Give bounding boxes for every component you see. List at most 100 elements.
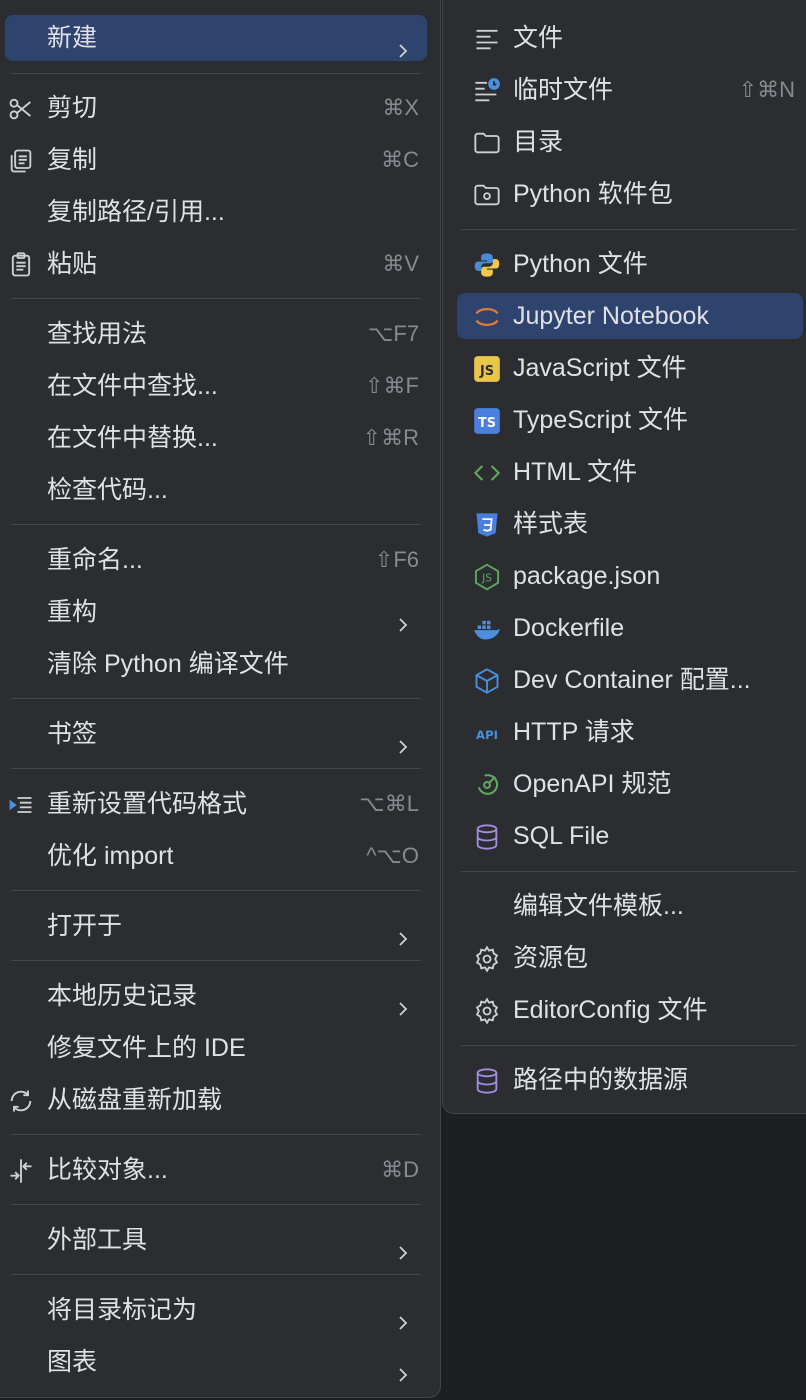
sub-menu-item-label: 编辑文件模板... (513, 892, 684, 920)
new-submenu: 文件临时文件 ⇧⌘N 目录 Python 软件包 Python 文件 Jupyter No… (442, 0, 806, 1114)
sub-menu-item[interactable]: 编辑文件模板... (457, 883, 803, 929)
sub-menu-item[interactable]: 目录 (457, 119, 803, 165)
sub-menu-item-label: JavaScript 文件 (513, 354, 687, 382)
folder-icon (473, 129, 501, 157)
sub-menu-item[interactable]: TS TypeScript 文件 (457, 397, 803, 443)
sub-menu-item[interactable]: JS JavaScript 文件 (457, 345, 803, 391)
text-file-icon (473, 25, 501, 53)
sub-menu-item-label: Python 软件包 (513, 180, 673, 208)
sub-menu-item[interactable]: API HTTP 请求 (457, 709, 803, 755)
main-menu-item[interactable]: 复制路径/引用... (5, 189, 427, 235)
sub-menu-item[interactable]: Dockerfile (457, 605, 803, 651)
sub-menu-item[interactable]: Python 文件 (457, 241, 803, 287)
shortcut-hint: ⇧F6 (374, 547, 419, 572)
main-menu-item-label: 检查代码... (47, 476, 168, 504)
main-menu-item-label: 在文件中查找... (47, 372, 218, 400)
main-menu-item-label: 从磁盘重新加载 (47, 1086, 223, 1114)
reload-icon (7, 1087, 35, 1115)
sub-menu-item[interactable]: Python 软件包 (457, 171, 803, 217)
sub-menu-item[interactable]: 路径中的数据源 (457, 1057, 803, 1103)
menu-separator (11, 698, 421, 699)
gear-icon (473, 997, 501, 1025)
sub-menu-item-label: TypeScript 文件 (513, 406, 689, 434)
menu-separator (11, 524, 421, 525)
main-menu-item-label: 重命名... (47, 546, 143, 574)
sub-menu-item-label: EditorConfig 文件 (513, 996, 708, 1024)
main-menu-item-label: 重构 (47, 598, 98, 626)
main-menu-item[interactable]: 书签 (5, 711, 427, 757)
sub-menu-item[interactable]: SQL File (457, 813, 803, 859)
sub-menu-item-label: 样式表 (513, 510, 589, 538)
main-menu-item[interactable]: 清除 Python 编译文件 (5, 641, 427, 687)
chevron-right-icon (393, 29, 413, 58)
sub-menu-item[interactable]: 文件 (457, 15, 803, 61)
menu-separator (11, 1134, 421, 1135)
chevron-right-icon (393, 1231, 413, 1260)
database-icon (473, 1067, 501, 1095)
python-icon (473, 251, 501, 279)
shortcut-hint: ⌘V (382, 251, 419, 276)
main-menu-item-label: 本地历史记录 (47, 982, 198, 1010)
sub-menu-item-label: Dockerfile (513, 614, 625, 642)
main-menu-item[interactable]: 修复文件上的 IDE (5, 1025, 427, 1071)
sub-menu-item-label: Python 文件 (513, 250, 648, 278)
sub-menu-item[interactable]: 资源包 (457, 935, 803, 981)
openapi-icon (473, 771, 501, 799)
main-menu-item-label: 打开于 (47, 912, 123, 940)
main-menu-item[interactable]: 检查代码... (5, 467, 427, 513)
sub-menu-item[interactable]: EditorConfig 文件 (457, 987, 803, 1033)
html-icon (473, 459, 501, 487)
menu-separator (11, 1204, 421, 1205)
sub-menu-item[interactable]: OpenAPI 规范 (457, 761, 803, 807)
menu-separator (11, 298, 421, 299)
main-menu-item[interactable]: 重命名... ⇧F6 (5, 537, 427, 583)
shortcut-hint: ⌘C (381, 147, 419, 172)
context-menu: 新建剪切 ⌘X 复制 ⌘C 复制路径/引用... 粘贴 ⌘V 查找用法 ⌥F7 在文件中查找...… (0, 0, 441, 1398)
sub-menu-item[interactable]: 样式表 (457, 501, 803, 547)
chevron-right-icon (393, 987, 413, 1016)
main-menu-item[interactable]: 外部工具 (5, 1217, 427, 1263)
main-menu-item[interactable]: 查找用法 ⌥F7 (5, 311, 427, 357)
main-menu-item[interactable]: 比较对象... ⌘D (5, 1147, 427, 1193)
chevron-right-icon (393, 725, 413, 754)
sub-menu-item[interactable]: JS package.json (457, 553, 803, 599)
main-menu-item[interactable]: 在文件中替换... ⇧⌘R (5, 415, 427, 461)
main-menu-item-label: 书签 (47, 720, 98, 748)
main-menu-item[interactable]: 图表 (5, 1339, 427, 1385)
menu-separator (11, 768, 421, 769)
main-menu-item-label: 复制 (47, 146, 98, 174)
main-menu-item[interactable]: 新建 (5, 15, 427, 61)
sub-menu-item[interactable]: HTML 文件 (457, 449, 803, 495)
sub-menu-item[interactable]: Jupyter Notebook (457, 293, 803, 339)
main-menu-item[interactable]: 重构 (5, 589, 427, 635)
main-menu-item[interactable]: 将目录标记为 (5, 1287, 427, 1333)
main-menu-item[interactable]: 粘贴 ⌘V (5, 241, 427, 287)
main-menu-item[interactable]: 在文件中查找... ⇧⌘F (5, 363, 427, 409)
main-menu-item[interactable]: 重新设置代码格式 ⌥⌘L (5, 781, 427, 827)
main-menu-item[interactable]: 剪切 ⌘X (5, 85, 427, 131)
compare-icon (7, 1157, 35, 1185)
main-menu-item[interactable]: 优化 import ^⌥O (5, 833, 427, 879)
main-menu-item-label: 新建 (47, 24, 98, 52)
sub-menu-item-label: package.json (513, 562, 661, 590)
copy-icon (7, 147, 35, 175)
shortcut-hint: ⇧⌘N (738, 77, 795, 102)
svg-text:TS: TS (478, 416, 496, 431)
main-menu-item-label: 重新设置代码格式 (47, 790, 248, 818)
sub-menu-item-label: 路径中的数据源 (513, 1066, 689, 1094)
sub-menu-item-label: Jupyter Notebook (513, 302, 709, 330)
sub-menu-item-label: HTTP 请求 (513, 718, 635, 746)
sub-menu-item[interactable]: Dev Container 配置... (457, 657, 803, 703)
shortcut-hint: ⌘D (381, 1157, 419, 1182)
chevron-right-icon (393, 1353, 413, 1382)
shortcut-hint: ⌥⌘L (359, 791, 419, 816)
main-menu-item[interactable]: 从磁盘重新加载 (5, 1077, 427, 1123)
chevron-right-icon (393, 917, 413, 946)
sub-menu-item-label: 文件 (513, 24, 564, 52)
main-menu-item[interactable]: 打开于 (5, 903, 427, 949)
sub-menu-item[interactable]: 临时文件 ⇧⌘N (457, 67, 803, 113)
sub-menu-item-label: 目录 (513, 128, 564, 156)
main-menu-item[interactable]: 本地历史记录 (5, 973, 427, 1019)
gear-icon (473, 945, 501, 973)
main-menu-item[interactable]: 复制 ⌘C (5, 137, 427, 183)
